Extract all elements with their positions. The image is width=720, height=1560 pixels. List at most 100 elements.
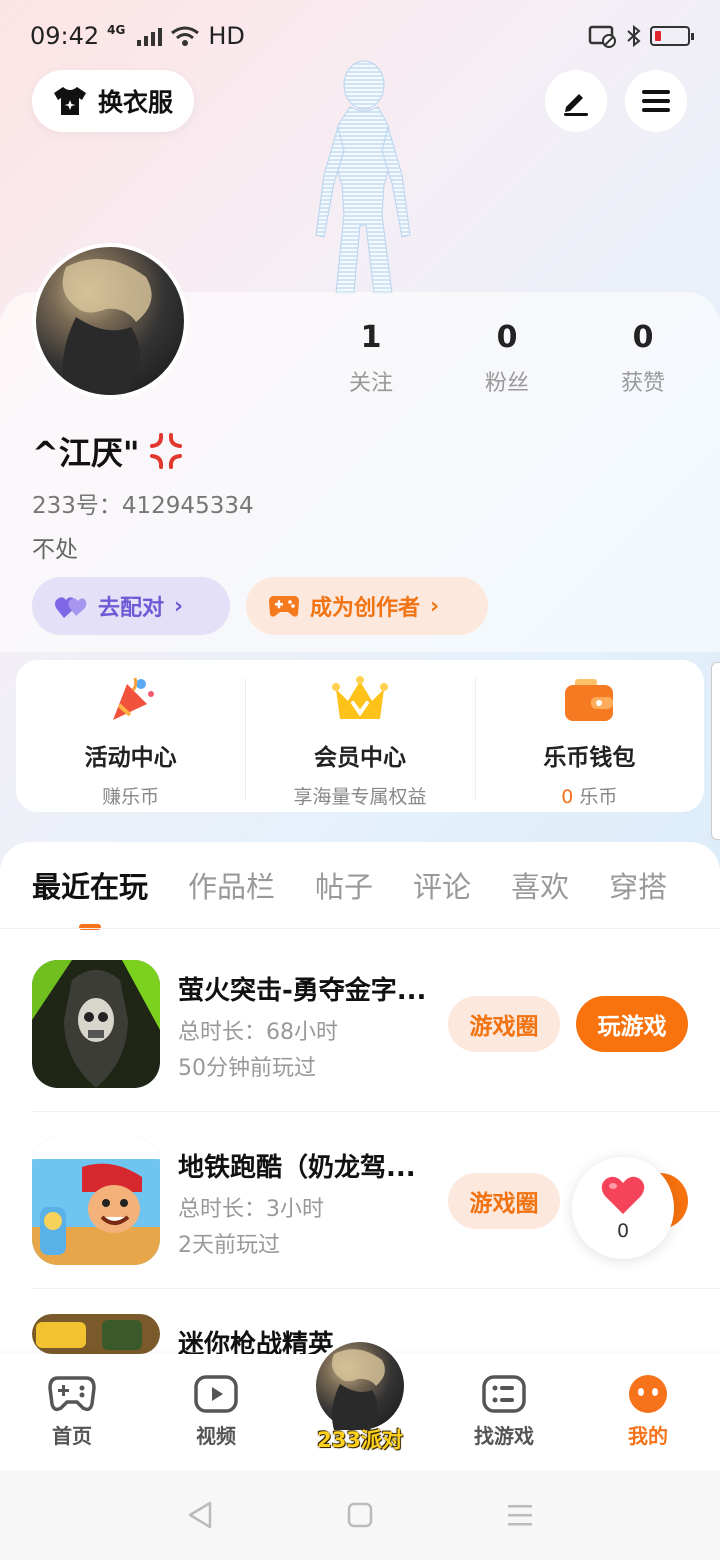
game-circle-button[interactable]: 游戏圈 [448, 1173, 560, 1229]
edit-profile-button[interactable] [545, 70, 607, 132]
member-center-subtitle: 享海量专属权益 [293, 786, 427, 808]
menu-button[interactable] [625, 70, 687, 132]
coin-wallet[interactable]: 乐币钱包 0 乐币 [474, 660, 704, 812]
gamepad-icon [48, 1376, 96, 1412]
activity-center[interactable]: 活动中心 赚乐币 [16, 660, 245, 812]
nav-party-label[interactable]: 233派对 [300, 1424, 420, 1454]
wifi-icon [171, 26, 200, 46]
tab-outfits[interactable]: 穿搭 [609, 864, 667, 906]
nav-video-label: 视频 [196, 1424, 236, 1448]
game-circle-button[interactable]: 游戏圈 [448, 996, 560, 1052]
tab-posts[interactable]: 帖子 [315, 864, 373, 906]
coin-unit: 乐币 [579, 786, 618, 808]
tab-likes[interactable]: 喜欢 [511, 864, 569, 906]
game-icon [32, 1314, 160, 1354]
chevron-right-icon: › [430, 593, 440, 619]
stat-fans-label: 粉丝 [484, 371, 529, 396]
coin-wallet-subtitle: 0 乐币 [561, 782, 617, 809]
game-duration: 总时长：3小时 [178, 1197, 324, 1222]
party-popper-icon [112, 677, 154, 720]
network-type: 4G [107, 23, 126, 37]
edit-pen-icon [564, 94, 588, 116]
stat-fans[interactable]: 0 粉丝 [452, 320, 562, 397]
become-creator-button[interactable]: 成为创作者 › [246, 577, 488, 635]
change-outfit-button[interactable]: 换衣服 [32, 70, 194, 132]
hearts-icon [55, 597, 87, 618]
coin-balance: 0 [561, 786, 574, 808]
activity-center-subtitle: 赚乐币 [102, 786, 160, 808]
stat-likes-label: 获赞 [620, 371, 665, 396]
cast-off-icon [588, 25, 616, 48]
back-icon[interactable] [186, 1500, 214, 1530]
video-play-icon [194, 1375, 238, 1413]
stat-fans-count: 0 [496, 320, 518, 355]
like-count: 0 [616, 1220, 630, 1242]
nav-find-games[interactable]: 找游戏 [449, 1374, 559, 1449]
list-item[interactable]: 萤火突击-勇夺金字... 总时长：68小时 50分钟前玩过 游戏圈 玩游戏 [32, 960, 720, 1090]
nav-home-label: 首页 [52, 1424, 92, 1448]
game-icon [32, 960, 160, 1088]
stat-likes[interactable]: 0 获赞 [588, 320, 698, 397]
tshirt-icon [54, 87, 86, 115]
chevron-right-icon: › [174, 593, 184, 619]
bluetooth-icon [627, 24, 641, 48]
game-cover-image [32, 1314, 160, 1354]
game-last-played: 2天前玩过 [178, 1233, 280, 1258]
anger-emoji-icon [149, 433, 182, 469]
game-title: 地铁跑酷（奶龙驾... [178, 1153, 416, 1183]
list-icon [482, 1375, 526, 1413]
match-button[interactable]: 去配对 › [32, 577, 230, 635]
user-id: 233号：412945334 [32, 493, 254, 519]
recents-icon[interactable] [506, 1502, 534, 1528]
tab-recently-played[interactable]: 最近在玩 [32, 864, 148, 930]
avatar-photo [62, 259, 152, 395]
game-duration: 总时长：68小时 [178, 1020, 338, 1045]
profile-avatar[interactable] [32, 243, 188, 399]
tab-comments[interactable]: 评论 [413, 864, 471, 906]
play-game-button[interactable]: 玩游戏 [576, 996, 688, 1052]
battery-icon [650, 26, 694, 46]
stat-following[interactable]: 1 关注 [316, 320, 426, 397]
hd-indicator: HD [208, 22, 245, 50]
menu-icon [642, 90, 670, 112]
crown-icon [331, 676, 388, 719]
nav-home[interactable]: 首页 [17, 1374, 127, 1449]
game-cover-image [32, 960, 160, 1088]
member-center[interactable]: 会员中心 享海量专属权益 [245, 660, 474, 812]
game-cover-image [32, 1137, 160, 1265]
home-icon[interactable] [347, 1502, 373, 1528]
activity-center-title: 活动中心 [84, 745, 177, 771]
become-creator-label: 成为创作者 [310, 596, 421, 621]
game-icon [32, 1137, 160, 1265]
nav-party-avatar[interactable] [312, 1338, 408, 1434]
game-last-played: 50分钟前玩过 [178, 1056, 316, 1081]
wallet-icon [565, 679, 614, 721]
side-scroll-handle[interactable] [711, 662, 720, 840]
status-time: 09:42 [30, 22, 100, 50]
signal-icon [137, 26, 163, 46]
content-tabs: 最近在玩 作品栏 帖子 评论 喜欢 穿搭 [0, 842, 720, 930]
username: ^江厌" [32, 428, 186, 474]
nav-me-label: 我的 [628, 1424, 668, 1448]
user-bio: 不处 [32, 537, 78, 563]
nav-video[interactable]: 视频 [161, 1374, 271, 1449]
stat-likes-count: 0 [632, 320, 654, 355]
row-divider [32, 1288, 720, 1289]
like-floating-button[interactable]: 0 [572, 1157, 674, 1259]
stat-following-label: 关注 [348, 371, 393, 396]
match-button-label: 去配对 [98, 596, 165, 621]
nav-me[interactable]: 我的 [593, 1374, 703, 1449]
system-nav-bar [0, 1470, 720, 1560]
game-title: 萤火突击-勇夺金字... [178, 976, 427, 1006]
stat-following-count: 1 [360, 320, 382, 355]
nav-find-games-label: 找游戏 [474, 1424, 534, 1448]
row-divider [32, 1111, 720, 1112]
feature-card: 活动中心 赚乐币 会员中心 享海量专属权益 乐币钱包 0 乐币 [16, 660, 704, 812]
coin-wallet-title: 乐币钱包 [543, 745, 636, 771]
heart-icon [601, 1176, 645, 1214]
gamepad-icon [269, 596, 299, 617]
avatar-3d-figure[interactable] [300, 55, 425, 295]
tabs-divider [0, 928, 720, 929]
username-text: ^江厌" [32, 434, 140, 472]
tab-works[interactable]: 作品栏 [188, 864, 275, 906]
